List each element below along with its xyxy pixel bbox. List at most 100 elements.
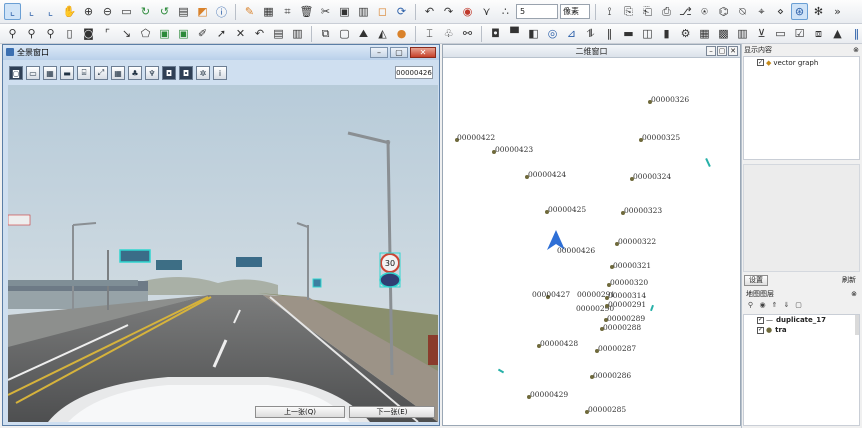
print-icon[interactable]: ▥ bbox=[289, 25, 306, 42]
rect-icon[interactable]: ▢ bbox=[336, 25, 353, 42]
setup-button[interactable]: 设置 bbox=[744, 274, 768, 286]
delete-icon[interactable]: 🗑 bbox=[298, 3, 315, 20]
pin-icon[interactable]: ⚲ bbox=[4, 25, 21, 42]
check-icon[interactable]: ☑ bbox=[791, 25, 808, 42]
layer-down-icon[interactable]: ⇓ bbox=[782, 300, 791, 309]
pin2-icon[interactable]: ⚲ bbox=[23, 25, 40, 42]
attr7-icon[interactable]: ⌬ bbox=[715, 3, 732, 20]
road-icon[interactable]: ⥮ bbox=[582, 25, 599, 42]
gear-icon[interactable]: ⚙ bbox=[677, 25, 694, 42]
maximize-button[interactable]: ▢ bbox=[390, 47, 408, 58]
map-title-bar[interactable]: 二维窗口 – ▢ ✕ bbox=[443, 45, 740, 58]
dot-icon[interactable]: ● bbox=[393, 25, 410, 42]
scale-input[interactable]: 5 bbox=[516, 4, 558, 19]
arrow-icon[interactable]: ➚ bbox=[213, 25, 230, 42]
pin-icon[interactable]: ⊗ bbox=[853, 46, 859, 54]
attr3-icon[interactable]: ⎗ bbox=[639, 3, 656, 20]
next-image-button[interactable]: 下一张(E) bbox=[349, 406, 435, 418]
globe-icon[interactable]: ◎ bbox=[544, 25, 561, 42]
grid-icon[interactable]: ▩ bbox=[715, 25, 732, 42]
camera-icon[interactable]: ◙ bbox=[9, 66, 23, 80]
zoom-in-icon[interactable]: ⊕ bbox=[80, 3, 97, 20]
list-item[interactable]: ✓ — duplicate_17 bbox=[744, 315, 859, 325]
measure-icon[interactable]: ⊻ bbox=[753, 25, 770, 42]
layer-checkbox[interactable]: ✓ bbox=[757, 326, 764, 334]
stop-icon[interactable]: ◉ bbox=[459, 3, 476, 20]
refresh-icon[interactable]: ↻ bbox=[137, 3, 154, 20]
attr4-icon[interactable]: ⎙ bbox=[658, 3, 675, 20]
pin-icon[interactable]: ⊗ bbox=[851, 290, 857, 298]
redo-loop-icon[interactable]: ⟳ bbox=[393, 3, 410, 20]
minimize-button[interactable]: – bbox=[706, 46, 716, 56]
square-icon[interactable]: ◻ bbox=[374, 3, 391, 20]
line-icon[interactable]: ↘ bbox=[118, 25, 135, 42]
tag-icon[interactable]: ⌸ bbox=[77, 66, 91, 80]
tree-icon[interactable]: ♣ bbox=[128, 66, 142, 80]
attr2-icon[interactable]: ⎘ bbox=[620, 3, 637, 20]
barcode-icon[interactable]: ▥ bbox=[734, 25, 751, 42]
remove-layer-icon[interactable]: ▢ bbox=[794, 300, 803, 309]
xy-axis2-icon[interactable]: ⌞ bbox=[23, 3, 40, 20]
signal-icon[interactable]: ♆ bbox=[145, 66, 159, 80]
layers-icon[interactable]: ⊿ bbox=[563, 25, 580, 42]
close-button[interactable]: ✕ bbox=[410, 47, 436, 58]
pin3-icon[interactable]: ⚲ bbox=[42, 25, 59, 42]
vertex-icon[interactable]: ⋎ bbox=[478, 3, 495, 20]
add-layer-icon[interactable]: ⚲ bbox=[746, 300, 755, 309]
copy-icon[interactable]: ⧉ bbox=[317, 25, 334, 42]
xy-axis3-icon[interactable]: ⌞ bbox=[42, 3, 59, 20]
photo2-icon[interactable]: ◘ bbox=[179, 66, 193, 80]
scrollbar[interactable] bbox=[855, 315, 859, 335]
photo-icon[interactable]: ◧ bbox=[525, 25, 542, 42]
map-canvas[interactable]: 00000326 00000422 00000423 00000325 0000… bbox=[443, 58, 740, 425]
window-icon[interactable]: ◫ bbox=[639, 25, 656, 42]
snap-icon[interactable]: ⌗ bbox=[279, 3, 296, 20]
list-item[interactable]: ✓ ● tra bbox=[744, 325, 859, 335]
triangle-icon[interactable]: ▲ bbox=[829, 25, 846, 42]
close-x-icon[interactable]: ✕ bbox=[232, 25, 249, 42]
info-icon[interactable]: ⅰ bbox=[213, 66, 227, 80]
tree-icon[interactable]: ♧ bbox=[440, 25, 457, 42]
measure-icon[interactable]: ⤢ bbox=[94, 66, 108, 80]
save-icon[interactable]: ▤ bbox=[270, 25, 287, 42]
image-icon[interactable]: ▣ bbox=[156, 25, 173, 42]
xy-axis-icon[interactable]: ⌞ bbox=[4, 3, 21, 20]
street-view-image[interactable]: 30 bbox=[8, 85, 438, 422]
refresh2-icon[interactable]: ↺ bbox=[156, 3, 173, 20]
gear-icon[interactable]: ✲ bbox=[196, 66, 210, 80]
undo-icon[interactable]: ↶ bbox=[421, 3, 438, 20]
attr6-icon[interactable]: ⍟ bbox=[696, 3, 713, 20]
zoom-out-icon[interactable]: ⊖ bbox=[99, 3, 116, 20]
mountain-icon[interactable]: ⛰ bbox=[355, 25, 372, 42]
attr8-icon[interactable]: ⍉ bbox=[734, 3, 751, 20]
trash-icon[interactable]: ▀ bbox=[506, 25, 523, 42]
snap-grid-icon[interactable]: ∴ bbox=[497, 3, 514, 20]
cut-icon[interactable]: ✂ bbox=[317, 3, 334, 20]
prev-image-button[interactable]: 上一张(Q) bbox=[255, 406, 345, 418]
grid-icon[interactable]: ▦ bbox=[260, 3, 277, 20]
more-icon[interactable]: » bbox=[829, 3, 846, 20]
bars2-icon[interactable]: ‖ bbox=[848, 25, 862, 42]
photo-icon[interactable]: ◘ bbox=[162, 66, 176, 80]
road-icon[interactable]: ▬ bbox=[60, 66, 74, 80]
bars-icon[interactable]: ‖ bbox=[601, 25, 618, 42]
layer-checkbox[interactable]: ✓ bbox=[757, 59, 764, 66]
attr5-icon[interactable]: ⎇ bbox=[677, 3, 694, 20]
table-icon[interactable]: ▦ bbox=[696, 25, 713, 42]
edit-icon[interactable]: ✐ bbox=[194, 25, 211, 42]
hand-icon[interactable]: ✋ bbox=[61, 3, 78, 20]
panorama-title-bar[interactable]: 全景窗口 – ▢ ✕ bbox=[3, 45, 439, 60]
minimize-button[interactable]: – bbox=[370, 47, 388, 58]
layer-checkbox[interactable]: ✓ bbox=[757, 316, 764, 324]
lamp-icon[interactable]: ▮ bbox=[658, 25, 675, 42]
star-icon[interactable]: ✻ bbox=[810, 3, 827, 20]
layer-visibility-icon[interactable]: ◉ bbox=[758, 300, 767, 309]
group-icon[interactable]: ⌶ bbox=[421, 25, 438, 42]
camera-icon[interactable]: ◙ bbox=[80, 25, 97, 42]
attr9-icon[interactable]: ⌖ bbox=[753, 3, 770, 20]
unit-select[interactable]: 像素 bbox=[560, 4, 590, 19]
chart-icon[interactable]: ◭ bbox=[374, 25, 391, 42]
camera2-icon[interactable]: ◘ bbox=[487, 25, 504, 42]
list-item[interactable]: ✓ ◆ vector graph bbox=[744, 57, 859, 68]
frame-icon[interactable]: ⌜ bbox=[99, 25, 116, 42]
